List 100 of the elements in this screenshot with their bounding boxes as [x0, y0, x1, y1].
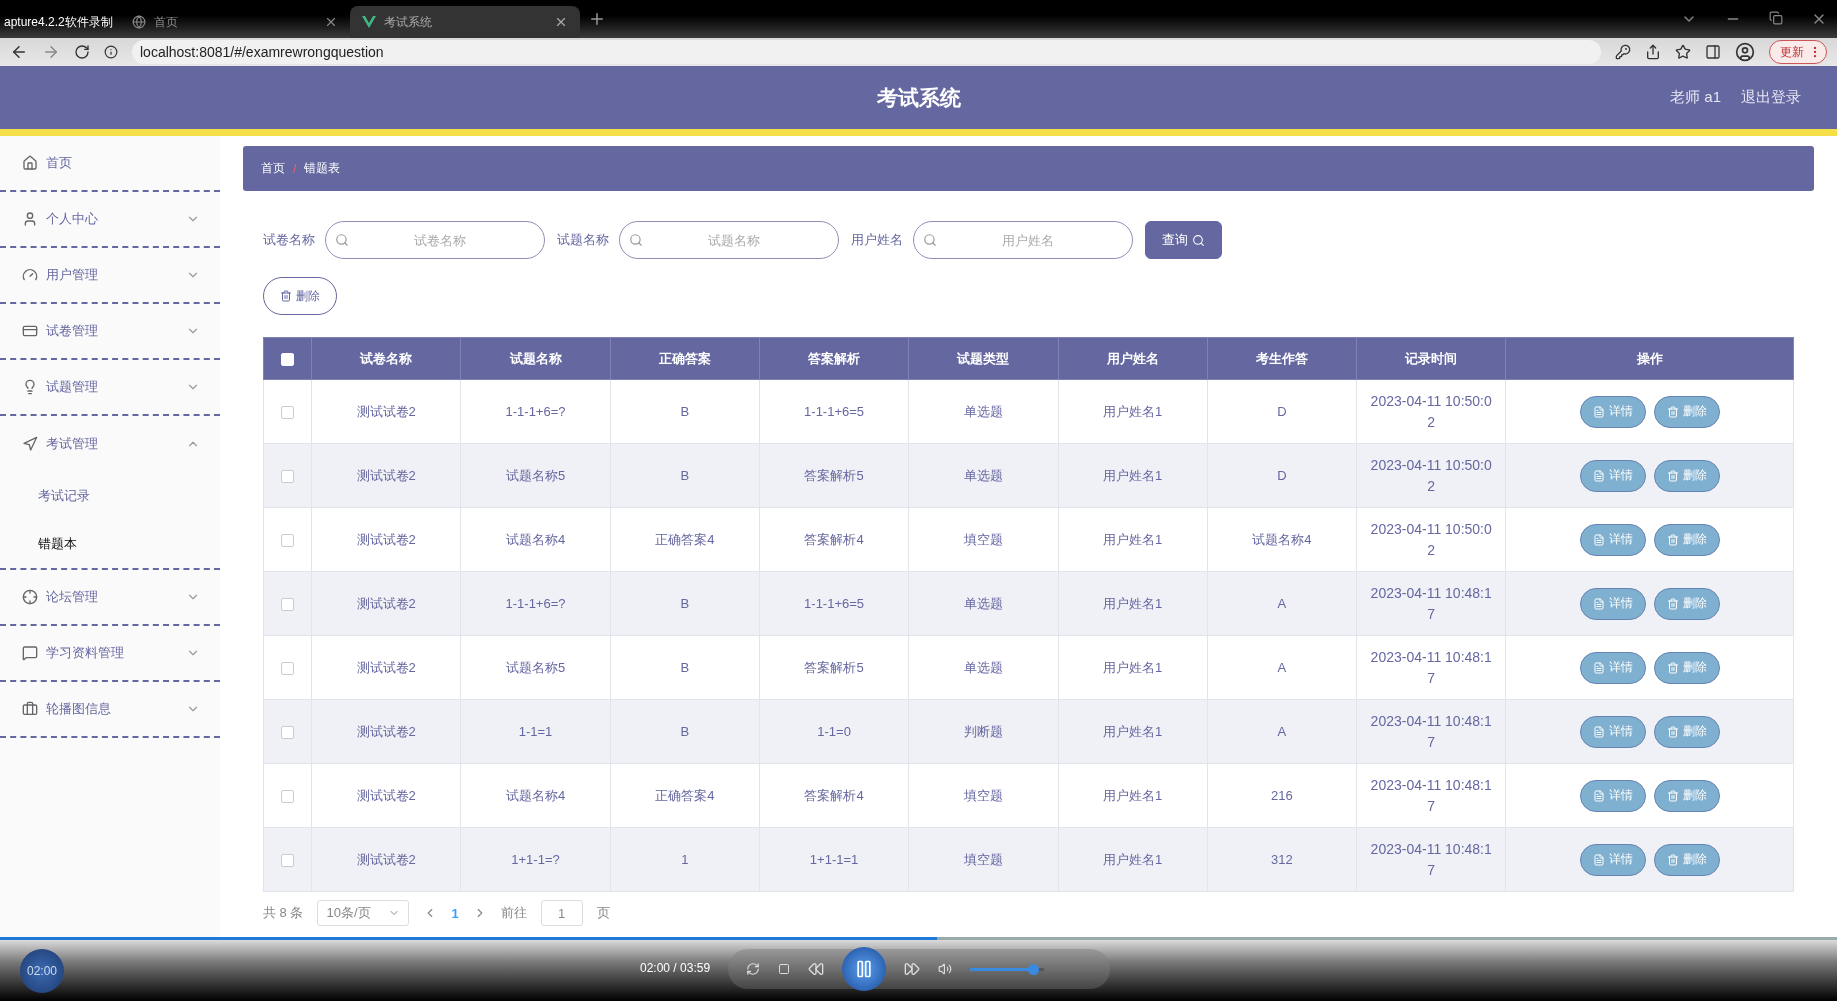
stop-icon[interactable] [778, 963, 790, 975]
menu-icon [22, 155, 38, 171]
forward-icon[interactable] [42, 43, 60, 61]
trash-icon [280, 290, 292, 302]
field-label: 试卷名称 [263, 231, 315, 249]
menu-icon [22, 323, 38, 339]
sidebar-item[interactable]: 轮播图信息 [0, 682, 220, 738]
table-cell: 1+1-1=1 [759, 827, 909, 892]
delete-button[interactable]: 删除 [1653, 523, 1720, 556]
submenu-item[interactable]: 考试记录 [0, 472, 220, 520]
breadcrumb-item[interactable]: 首页 [261, 160, 285, 177]
close-icon[interactable] [324, 15, 338, 29]
checkbox[interactable] [281, 533, 295, 547]
menu-icon [22, 645, 38, 661]
sidebar-item[interactable]: 学习资料管理 [0, 626, 220, 682]
browser-tab[interactable]: apture4.2.2软件录制 [0, 6, 120, 38]
table-cell: 试题名称5 [460, 443, 611, 508]
column-header: 试题类型 [908, 337, 1058, 380]
submenu-item[interactable]: 错题本 [0, 520, 220, 568]
search-field[interactable]: 试卷名称 [325, 221, 545, 259]
sidebar-item[interactable]: 首页 [0, 136, 220, 192]
search-field[interactable]: 试题名称 [619, 221, 839, 259]
details-button[interactable]: 详情 [1579, 587, 1646, 620]
sidebar-item[interactable]: 论坛管理 [0, 570, 220, 626]
sidebar-item[interactable]: 个人中心 [0, 192, 220, 248]
share-icon[interactable] [1645, 44, 1661, 60]
sidebar-item[interactable]: 考试管理 [0, 416, 220, 472]
table-cell: 单选题 [908, 635, 1058, 700]
checkbox[interactable] [281, 853, 295, 867]
delete-button[interactable]: 删除 [1653, 715, 1720, 748]
delete-button[interactable]: 删除 [1653, 651, 1720, 684]
delete-button[interactable]: 删除 [1653, 459, 1720, 492]
restore-icon[interactable] [1769, 11, 1783, 25]
sidebar-item[interactable]: 试卷管理 [0, 304, 220, 360]
page-number[interactable]: 1 [451, 905, 459, 921]
details-button[interactable]: 详情 [1579, 523, 1646, 556]
table-cell: 正确答案4 [610, 763, 760, 828]
checkbox[interactable] [281, 661, 295, 675]
details-button[interactable]: 详情 [1579, 843, 1646, 876]
search-button[interactable]: 查询 [1145, 221, 1222, 259]
table-cell: 2023-04-11 10:48:17 [1356, 827, 1506, 892]
checkbox[interactable] [281, 725, 295, 739]
page-size-select[interactable]: 10条/页 [317, 900, 410, 926]
delete-button[interactable]: 删除 [1653, 395, 1720, 428]
user-link[interactable]: 老师 a1 [1670, 88, 1721, 107]
table-cell: 答案解析5 [759, 443, 909, 508]
delete-button[interactable]: 删除 [1653, 843, 1720, 876]
new-tab-icon[interactable] [588, 10, 606, 28]
table-cell: B [610, 635, 760, 700]
bookmark-icon[interactable] [1675, 44, 1691, 60]
table-cell: 测试试卷2 [311, 379, 461, 444]
update-button[interactable]: 更新 [1769, 40, 1827, 64]
document-icon [1592, 405, 1605, 418]
column-header: 记录时间 [1356, 337, 1506, 380]
logout-link[interactable]: 退出登录 [1741, 88, 1801, 107]
page-input[interactable]: 1 [540, 900, 583, 926]
globe-icon [132, 15, 146, 29]
close-icon[interactable] [554, 15, 568, 29]
browser-tab[interactable]: 首页 [120, 6, 350, 38]
search-field[interactable]: 用户姓名 [913, 221, 1133, 259]
key-icon[interactable] [1615, 44, 1631, 60]
checkbox[interactable] [281, 789, 295, 803]
address-field[interactable]: localhost:8081/#/examrewrongquestion [132, 40, 1601, 64]
details-button[interactable]: 详情 [1579, 459, 1646, 492]
pause-button[interactable] [842, 947, 886, 991]
table-cell: 试题名称5 [460, 635, 611, 700]
sidebar-item[interactable]: 试题管理 [0, 360, 220, 416]
info-icon[interactable] [104, 45, 118, 59]
sidebar-item[interactable]: 用户管理 [0, 248, 220, 304]
trash-icon [1666, 661, 1679, 674]
loop-icon[interactable] [746, 962, 760, 976]
side-panel-icon[interactable] [1705, 44, 1721, 60]
profile-icon[interactable] [1735, 42, 1755, 62]
details-button[interactable]: 详情 [1579, 779, 1646, 812]
rewind-icon[interactable] [808, 961, 824, 977]
delete-button[interactable]: 删除 [1653, 779, 1720, 812]
checkbox[interactable] [281, 469, 295, 483]
trash-icon [1666, 405, 1679, 418]
details-button[interactable]: 详情 [1579, 395, 1646, 428]
trash-icon [1666, 789, 1679, 802]
checkbox[interactable] [281, 597, 295, 611]
table-cell: 1 [610, 827, 760, 892]
fast-forward-icon[interactable] [904, 961, 920, 977]
volume-icon[interactable] [938, 962, 952, 976]
trash-icon [1666, 597, 1679, 610]
column-header: 正确答案 [610, 337, 760, 380]
back-icon[interactable] [10, 43, 28, 61]
menu-icon [22, 701, 38, 717]
goto-suffix: 页 [596, 904, 610, 922]
column-header: 试卷名称 [311, 337, 461, 380]
table-cell: 用户姓名1 [1058, 827, 1208, 892]
browser-tab[interactable]: 考试系统 [350, 6, 580, 38]
details-button[interactable]: 详情 [1579, 715, 1646, 748]
table-cell: A [1207, 571, 1357, 636]
reload-icon[interactable] [74, 44, 90, 60]
table-cell: 测试试卷2 [311, 443, 461, 508]
delete-button[interactable]: 删除 [1653, 587, 1720, 620]
details-button[interactable]: 详情 [1579, 651, 1646, 684]
checkbox[interactable] [281, 405, 295, 419]
delete-button[interactable]: 删除 [263, 277, 337, 315]
